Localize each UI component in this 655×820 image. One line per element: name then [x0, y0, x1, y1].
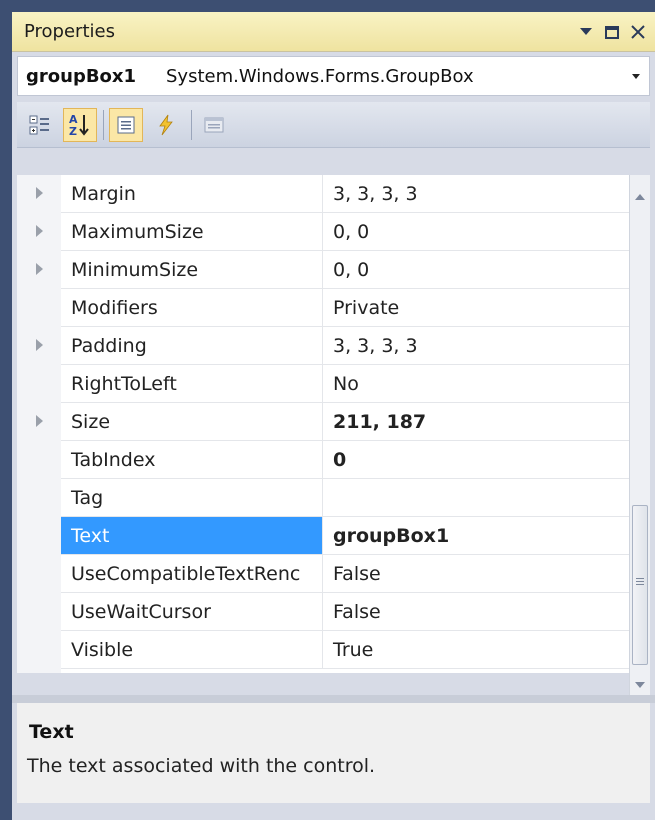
- property-value[interactable]: 0: [323, 441, 629, 479]
- window-title: Properties: [24, 21, 115, 42]
- property-pages-icon[interactable]: [197, 108, 231, 142]
- property-name[interactable]: UseWaitCursor: [61, 593, 323, 631]
- description-text: The text associated with the control.: [27, 755, 376, 777]
- scrollbar-thumb[interactable]: [632, 505, 648, 665]
- property-value[interactable]: 211, 187: [323, 403, 629, 441]
- property-row-usewaitcursor[interactable]: UseWaitCursor False: [17, 593, 629, 631]
- properties-icon[interactable]: [109, 108, 143, 142]
- events-icon[interactable]: [149, 108, 183, 142]
- description-pane: Text The text associated with the contro…: [17, 703, 650, 803]
- property-name-selected[interactable]: Text: [61, 517, 323, 555]
- grip-icon: [636, 578, 644, 579]
- property-value[interactable]: 0, 0: [323, 213, 629, 251]
- object-selector-dropdown[interactable]: groupBox1 System.Windows.Forms.GroupBox: [17, 56, 650, 96]
- property-row-righttoleft[interactable]: RightToLeft No: [17, 365, 629, 403]
- property-row-tabindex[interactable]: TabIndex 0: [17, 441, 629, 479]
- description-splitter[interactable]: [12, 695, 655, 703]
- property-row-tag[interactable]: Tag: [17, 479, 629, 517]
- property-name[interactable]: UseCompatibleTextRenc: [61, 555, 323, 593]
- properties-toolbar: A Z: [17, 102, 650, 148]
- maximize-icon[interactable]: [601, 19, 623, 45]
- scroll-down-icon[interactable]: [635, 673, 645, 692]
- property-row-margin[interactable]: Margin 3, 3, 3, 3: [17, 175, 629, 213]
- property-value[interactable]: False: [323, 555, 629, 593]
- property-name[interactable]: RightToLeft: [61, 365, 323, 403]
- property-name[interactable]: Size: [61, 403, 323, 441]
- property-value[interactable]: No: [323, 365, 629, 403]
- property-row-modifiers[interactable]: Modifiers Private: [17, 289, 629, 327]
- expand-arrow-icon[interactable]: [36, 187, 43, 199]
- expand-arrow-icon[interactable]: [36, 415, 43, 427]
- svg-text:Z: Z: [69, 125, 77, 138]
- property-row-maximumsize[interactable]: MaximumSize 0, 0: [17, 213, 629, 251]
- property-name[interactable]: TabIndex: [61, 441, 323, 479]
- expand-arrow-icon[interactable]: [36, 263, 43, 275]
- alphabetical-icon[interactable]: A Z: [63, 108, 97, 142]
- property-value[interactable]: True: [323, 631, 629, 669]
- properties-window: Properties groupBox1 System.Windows.Form…: [12, 12, 655, 820]
- property-name[interactable]: MaximumSize: [61, 213, 323, 251]
- object-type: System.Windows.Forms.GroupBox: [166, 66, 474, 87]
- pin-icon[interactable]: [575, 19, 597, 45]
- property-value[interactable]: 3, 3, 3, 3: [323, 327, 629, 365]
- object-name: groupBox1: [26, 66, 137, 87]
- property-name[interactable]: Margin: [61, 175, 323, 213]
- property-value[interactable]: 3, 3, 3, 3: [323, 175, 629, 213]
- categorized-icon[interactable]: [23, 108, 57, 142]
- property-name[interactable]: Tag: [61, 479, 323, 517]
- property-name[interactable]: Visible: [61, 631, 323, 669]
- chevron-down-icon[interactable]: [631, 67, 641, 87]
- description-title: Text: [29, 721, 74, 743]
- window-controls: [575, 18, 649, 46]
- property-row-minimumsize[interactable]: MinimumSize 0, 0: [17, 251, 629, 289]
- property-name[interactable]: Modifiers: [61, 289, 323, 327]
- expand-arrow-icon[interactable]: [36, 225, 43, 237]
- property-row-padding[interactable]: Padding 3, 3, 3, 3: [17, 327, 629, 365]
- title-bar[interactable]: Properties: [12, 12, 655, 52]
- property-value[interactable]: 0, 0: [323, 251, 629, 289]
- toolbar-separator: [191, 110, 192, 140]
- property-name[interactable]: Padding: [61, 327, 323, 365]
- property-row-size[interactable]: Size 211, 187: [17, 403, 629, 441]
- property-value[interactable]: False: [323, 593, 629, 631]
- property-grid-scrollbar[interactable]: [629, 175, 650, 695]
- expand-arrow-icon[interactable]: [36, 339, 43, 351]
- property-row-text[interactable]: Text groupBox1: [17, 517, 629, 555]
- property-row-usecompatibletextrendering[interactable]: UseCompatibleTextRenc False: [17, 555, 629, 593]
- property-value[interactable]: groupBox1: [323, 517, 629, 555]
- property-grid[interactable]: Margin 3, 3, 3, 3 MaximumSize 0, 0 Minim…: [17, 175, 629, 673]
- scroll-up-icon[interactable]: [635, 185, 645, 204]
- toolbar-separator: [103, 110, 104, 140]
- property-row-visible[interactable]: Visible True: [17, 631, 629, 669]
- property-value[interactable]: [323, 479, 629, 517]
- property-name[interactable]: MinimumSize: [61, 251, 323, 289]
- property-value[interactable]: Private: [323, 289, 629, 327]
- close-icon[interactable]: [627, 19, 649, 45]
